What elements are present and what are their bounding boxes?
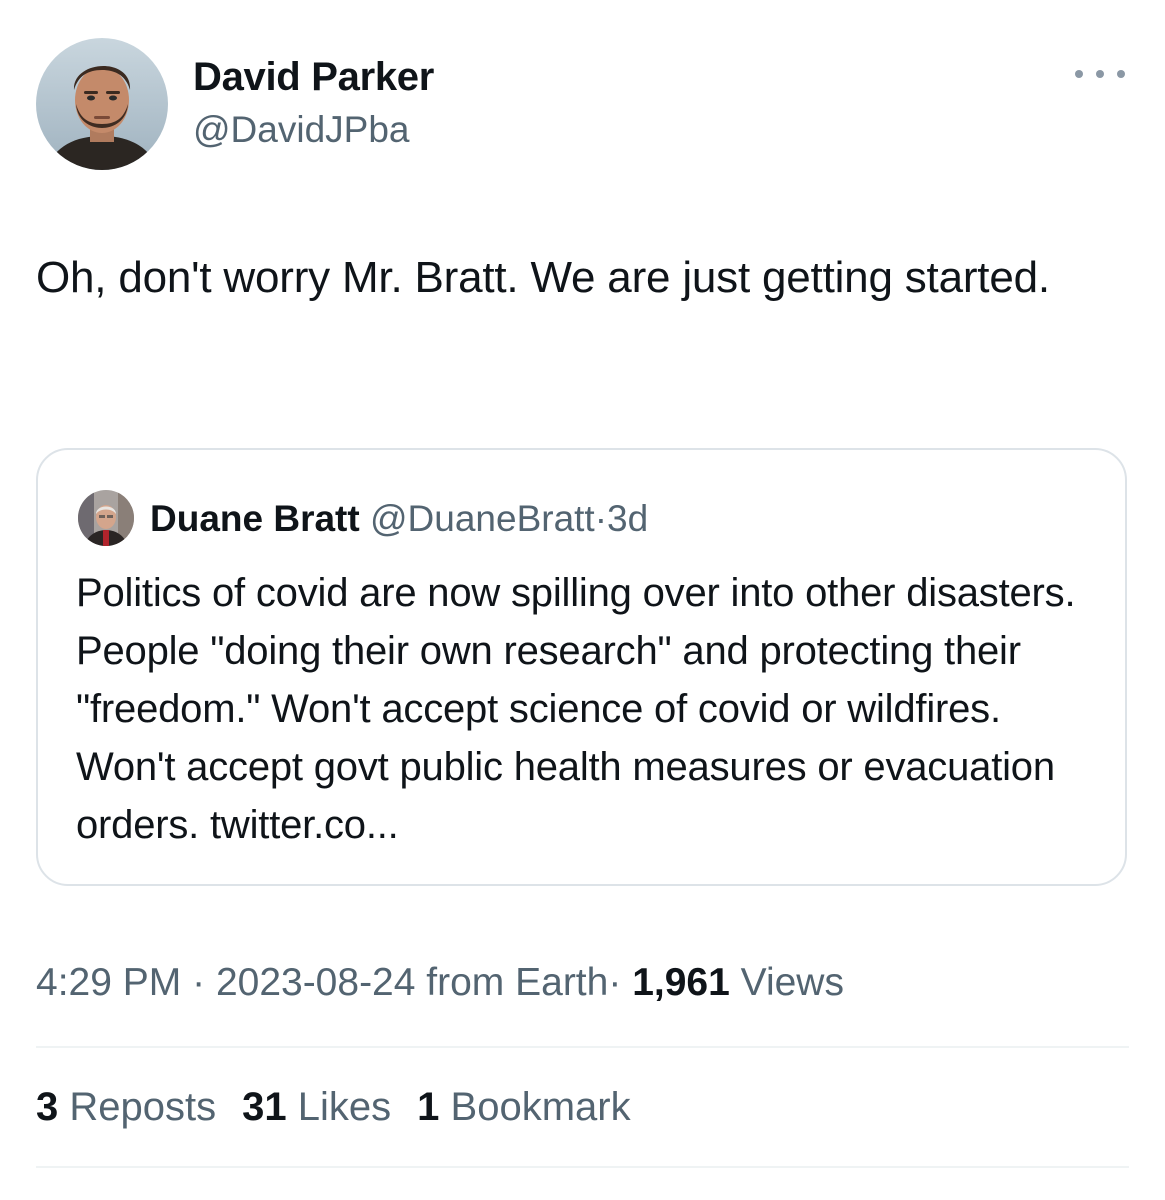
tweet-text: Oh, don't worry Mr. Bratt. We are just g… (36, 253, 1050, 302)
author-avatar[interactable] (36, 38, 168, 170)
likes-stat[interactable]: 31 Likes (242, 1082, 391, 1132)
quoted-author-avatar[interactable] (78, 490, 134, 546)
quoted-tweet-text: Politics of covid are now spilling over … (76, 571, 1076, 847)
tweet-meta: 4:29 PM · 2023-08-24 from Earth· 1,961 V… (36, 958, 844, 1008)
quoted-author-handle[interactable]: @DuaneBratt (370, 498, 595, 539)
tweet-time[interactable]: 4:29 PM (36, 961, 181, 1004)
reposts-count: 3 (36, 1085, 59, 1129)
engagement-stats: 3 Reposts 31 Likes 1 Bookmark (36, 1082, 631, 1132)
divider (36, 1166, 1129, 1168)
quoted-tweet-card[interactable]: Duane Bratt @DuaneBratt·3d Politics of c… (36, 448, 1127, 886)
author-handle[interactable]: @DavidJPba (193, 107, 410, 153)
reposts-stat[interactable]: 3 Reposts (36, 1082, 216, 1132)
quoted-tweet-header: Duane Bratt @DuaneBratt·3d (150, 496, 648, 542)
divider (36, 1046, 1129, 1048)
bookmarks-count: 1 (417, 1085, 440, 1129)
likes-label: Likes (297, 1085, 392, 1129)
reposts-label: Reposts (69, 1085, 217, 1129)
more-horizontal-icon (1096, 70, 1104, 78)
quoted-tweet-time[interactable]: 3d (607, 498, 648, 539)
author-display-name[interactable]: David Parker (193, 53, 434, 101)
bookmarks-stat[interactable]: 1 Bookmark (417, 1082, 630, 1132)
more-horizontal-icon (1117, 70, 1125, 78)
tweet-source: from Earth (426, 961, 609, 1004)
tweet-date[interactable]: 2023-08-24 (216, 961, 416, 1004)
views-count: 1,961 (632, 961, 730, 1004)
quoted-author-name[interactable]: Duane Bratt (150, 498, 360, 539)
more-horizontal-icon (1075, 70, 1083, 78)
meta-separator: · (192, 961, 206, 1004)
author-avatar-image (36, 38, 168, 170)
views-label: Views (740, 961, 844, 1004)
likes-count: 31 (242, 1085, 287, 1129)
more-options-button[interactable] (1075, 62, 1125, 86)
meta-separator: · (608, 961, 622, 1004)
quoted-header-separator: · (594, 498, 608, 539)
bookmarks-label: Bookmark (450, 1085, 631, 1129)
quoted-author-avatar-image (78, 490, 134, 546)
